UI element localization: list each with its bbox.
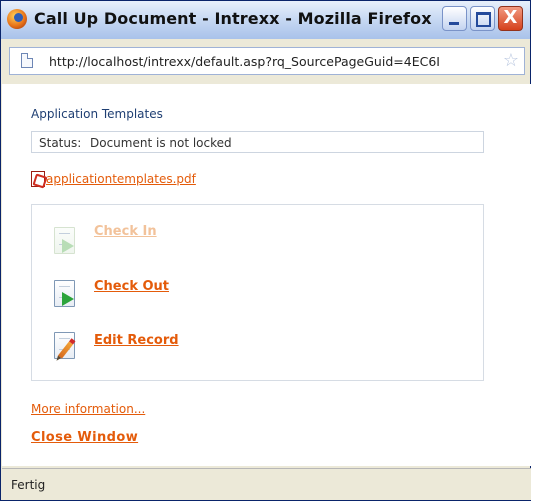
edit-record-link[interactable]: Edit Record	[94, 333, 179, 348]
status-bar: Fertig	[2, 468, 531, 500]
status-value: Document is not locked	[90, 136, 232, 150]
status-bar-text: Fertig	[11, 478, 46, 492]
close-button[interactable]: X	[498, 6, 523, 31]
firefox-icon	[7, 9, 27, 29]
edit-record-icon[interactable]	[54, 332, 75, 359]
check-out-icon[interactable]	[54, 280, 75, 307]
application-title: Application Templates	[31, 107, 163, 121]
more-information-link[interactable]: More information...	[31, 402, 145, 416]
close-window-link[interactable]: Close Window	[31, 430, 138, 445]
bookmark-star-icon[interactable]: ☆	[503, 51, 519, 71]
arrow-in-icon	[62, 239, 74, 253]
url-text[interactable]: http://localhost/intrexx/default.asp?rq_…	[49, 54, 498, 69]
title-bar[interactable]: Call Up Document - Intrexx - Mozilla Fir…	[1, 1, 530, 39]
status-label: Status:	[39, 136, 82, 150]
close-icon: X	[503, 7, 518, 28]
arrow-out-icon	[62, 292, 74, 306]
actions-panel: Check In Check Out Edit Record	[31, 204, 484, 381]
page-content: Application Templates Status: Document i…	[2, 84, 531, 466]
pdf-file-link[interactable]: applicationtemplates.pdf	[46, 172, 196, 186]
minimize-button[interactable]	[442, 6, 467, 31]
check-out-link[interactable]: Check Out	[94, 279, 169, 294]
window-title: Call Up Document - Intrexx - Mozilla Fir…	[34, 9, 432, 28]
address-bar[interactable]: http://localhost/intrexx/default.asp?rq_…	[9, 47, 525, 75]
status-box: Status: Document is not locked	[31, 131, 484, 153]
check-in-link[interactable]: Check In	[94, 224, 157, 239]
page-icon	[21, 53, 33, 68]
check-in-icon	[54, 227, 75, 254]
browser-window: Call Up Document - Intrexx - Mozilla Fir…	[0, 0, 531, 501]
pdf-icon[interactable]	[31, 171, 45, 187]
maximize-button[interactable]	[470, 6, 495, 31]
